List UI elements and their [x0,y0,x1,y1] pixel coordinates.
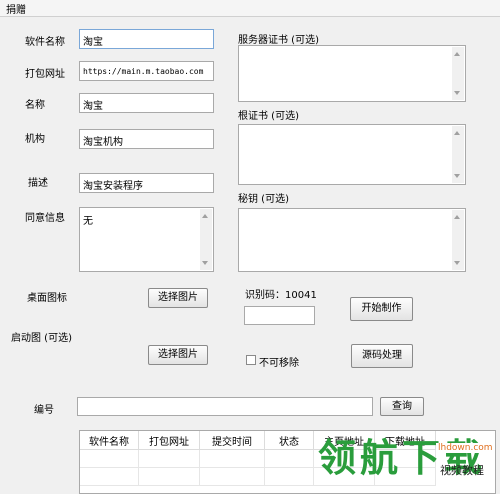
secret-key-label: 秘钥 (可选) [238,194,289,205]
scroll-up-icon[interactable] [454,52,460,56]
desc-input[interactable]: 淘宝安装程序 [79,173,214,193]
root-cert-textarea[interactable] [238,124,466,185]
window-title: 捐赠 [6,5,26,16]
non-removable-checkbox[interactable] [246,355,256,365]
root-cert-label: 根证书 (可选) [238,111,299,122]
server-cert-scrollbar[interactable] [452,47,464,100]
splash-label: 启动图 (可选) [11,333,72,344]
package-url-label: 打包网址 [25,69,65,80]
column-header[interactable]: 状态 [264,431,314,450]
source-process-button[interactable]: 源码处理 [351,344,413,368]
scroll-down-icon[interactable] [454,91,460,95]
scroll-up-icon[interactable] [202,214,208,218]
name-label: 名称 [25,100,45,111]
column-header[interactable]: 软件名称 [80,431,139,450]
org-label: 机构 [25,134,45,145]
scroll-down-icon[interactable] [202,261,208,265]
scroll-down-icon[interactable] [454,261,460,265]
start-build-button[interactable]: 开始制作 [350,297,413,321]
id-code-label: 识别码：10041 [245,286,317,301]
software-name-label: 软件名称 [25,37,65,48]
non-removable-label: 不可移除 [259,358,299,369]
id-code-input[interactable] [244,306,315,325]
server-cert-label: 服务器证书 (可选) [238,35,319,46]
number-input[interactable] [77,397,373,416]
desc-label: 描述 [28,178,48,189]
scroll-up-icon[interactable] [454,215,460,219]
query-button[interactable]: 查询 [380,397,424,416]
desktop-icon-select-button[interactable]: 选择图片 [148,288,208,308]
root-cert-scrollbar[interactable] [452,126,464,183]
consent-label: 同意信息 [25,213,65,224]
title-bar [0,0,500,17]
consent-text: 无 [83,216,93,227]
consent-scrollbar[interactable] [200,209,212,270]
watermark-sub: 视频教程 [440,464,484,477]
splash-select-button[interactable]: 选择图片 [148,345,208,365]
scroll-down-icon[interactable] [454,174,460,178]
server-cert-textarea[interactable] [238,45,466,102]
org-input[interactable]: 淘宝机构 [79,129,214,149]
number-label: 编号 [34,405,54,416]
id-code-value: 10041 [285,290,317,301]
id-code-label-text: 识别码： [245,290,285,301]
column-header[interactable]: 打包网址 [138,431,200,450]
software-name-input[interactable]: 淘宝 [79,29,214,49]
name-input[interactable]: 淘宝 [79,93,214,113]
consent-textarea[interactable]: 无 [79,207,214,272]
desktop-icon-label: 桌面图标 [27,293,67,304]
secret-key-scrollbar[interactable] [452,210,464,270]
secret-key-textarea[interactable] [238,208,466,272]
package-url-input[interactable]: https://main.m.taobao.com [79,61,214,81]
column-header[interactable]: 提交时间 [199,431,265,450]
watermark-site: lhdown.com [436,443,495,453]
scroll-up-icon[interactable] [454,131,460,135]
